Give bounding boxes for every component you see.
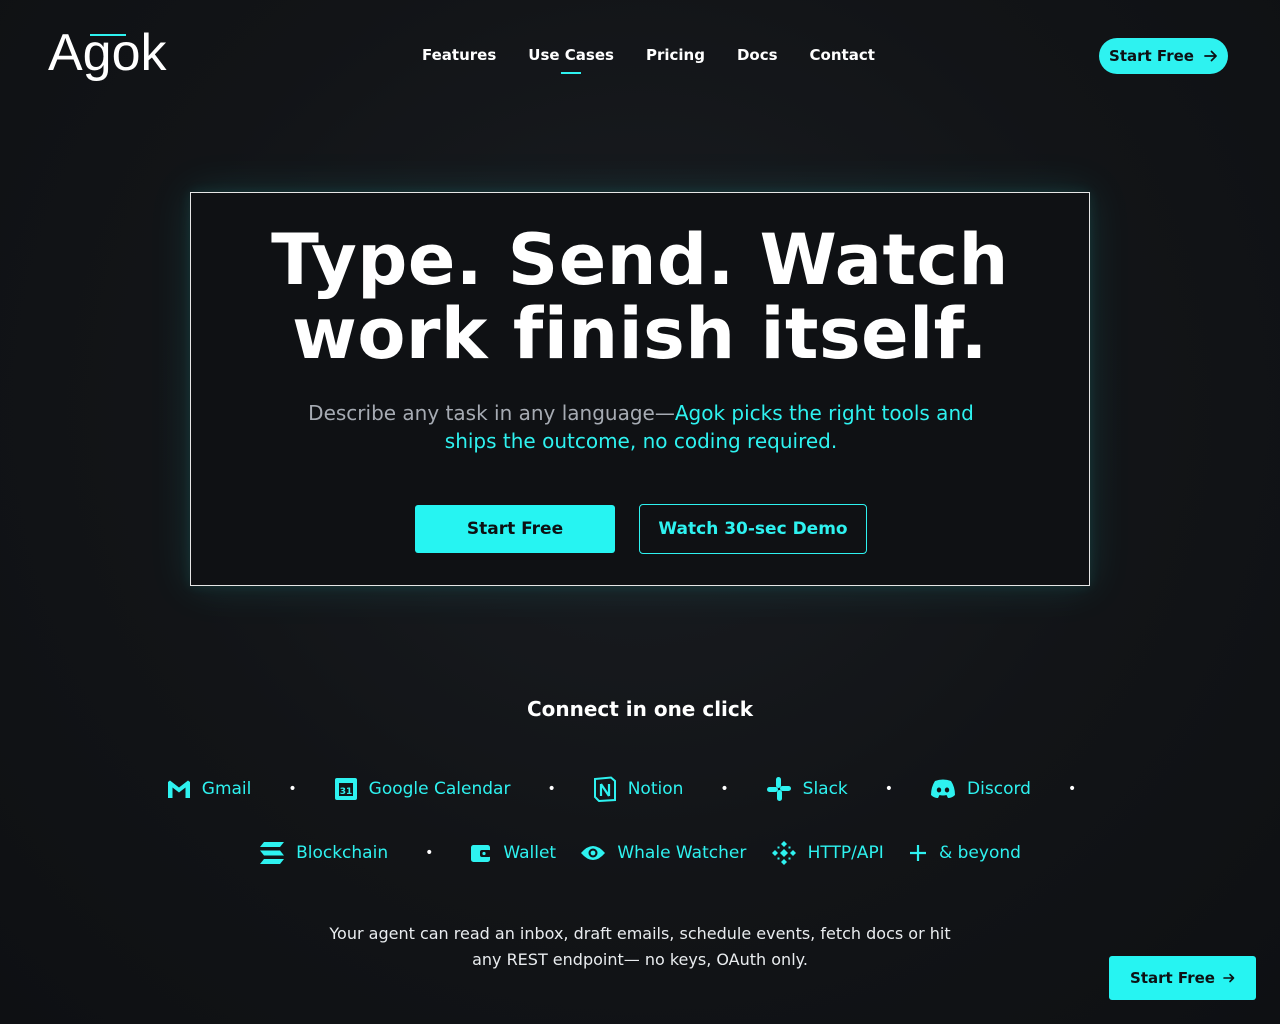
api-icon [771,841,796,865]
eye-icon [581,846,606,860]
integration-wallet[interactable]: Wallet [470,843,556,863]
nav-cta-label: Start Free [1109,47,1194,65]
integrations-row-2: Blockchain • Wallet • Whale Watcher • [0,837,1280,869]
hero-title: Type. Send. Watch work finish itself. [191,223,1089,371]
separator-dot: • [288,781,297,797]
integration-label: HTTP/API [807,843,884,863]
nav-link-use-cases[interactable]: Use Cases [512,44,630,66]
calendar-icon: 31 [334,778,357,800]
separator-dot: • [884,781,894,797]
top-nav: Agok Features Use Cases Pricing Docs Con… [0,0,1280,110]
brand-name: Agok [48,24,167,82]
integrations-description: Your agent can read an inbox, draft emai… [329,924,951,969]
hero-title-line1: Type. Send. Watch [271,219,1009,301]
integration-blockchain[interactable]: Blockchain [259,841,388,865]
integration-google-calendar[interactable]: 31 Google Calendar [334,776,511,802]
integrations-title: Connect in one click [526,697,754,721]
integration-discord[interactable]: Discord [930,779,1031,799]
hero-title-line2: work finish itself. [292,293,988,375]
integration-label: & beyond [938,843,1021,863]
integration-label: Notion [627,779,684,799]
integration-label: Google Calendar [368,779,511,799]
integration-http-api[interactable]: HTTP/API [771,840,884,866]
notion-icon [593,776,616,802]
integration-label: Blockchain [296,843,389,863]
nav-link-pricing[interactable]: Pricing [630,44,721,66]
nav-link-docs[interactable]: Docs [721,44,794,66]
integration-notion[interactable]: Notion [593,776,684,802]
slack-icon [766,777,791,801]
arrow-right-icon [1204,50,1217,62]
arrow-right-icon [1223,973,1235,983]
integration-whale-watcher[interactable]: Whale Watcher [580,843,746,863]
floating-start-free-button[interactable]: Start Free [1109,956,1256,1000]
integrations-row-1: Gmail • 31 Google Calendar • Notion • Sl… [0,773,1280,805]
separator-dot: • [547,781,556,797]
floating-cta-label: Start Free [1130,969,1215,987]
integration-gmail[interactable]: Gmail [167,779,252,799]
brand-logo[interactable]: Agok [48,24,167,82]
wallet-icon [471,845,492,862]
hero-start-free-button[interactable]: Start Free [415,505,615,553]
plus-icon [909,845,926,861]
separator-dot: • [425,845,434,861]
integration-beyond[interactable]: & beyond [908,843,1021,863]
nav-links: Features Use Cases Pricing Docs Contact [406,44,891,66]
hero-subtitle-plain: Describe any task in any language— [308,401,675,425]
integration-label: Discord [967,779,1031,799]
hero-subtitle: Describe any task in any language—Agok p… [291,399,991,455]
discord-icon [931,779,956,798]
watch-demo-button[interactable]: Watch 30-sec Demo [639,504,867,554]
nav-start-free-button[interactable]: Start Free [1099,38,1228,74]
integration-label: Gmail [201,779,252,799]
blockchain-icon [260,842,285,864]
nav-link-features[interactable]: Features [406,44,512,66]
integration-label: Wallet [503,843,557,863]
svg-text:31: 31 [339,787,352,797]
integration-label: Slack [802,779,848,799]
separator-dot: • [1067,781,1077,797]
logo-accent-bar [90,34,126,36]
separator-dot: • [720,781,729,797]
nav-link-contact[interactable]: Contact [794,44,891,66]
gmail-icon [167,780,190,798]
integration-slack[interactable]: Slack [766,776,848,802]
hero-card: Type. Send. Watch work finish itself. De… [190,192,1090,586]
integration-label: Whale Watcher [617,843,747,863]
